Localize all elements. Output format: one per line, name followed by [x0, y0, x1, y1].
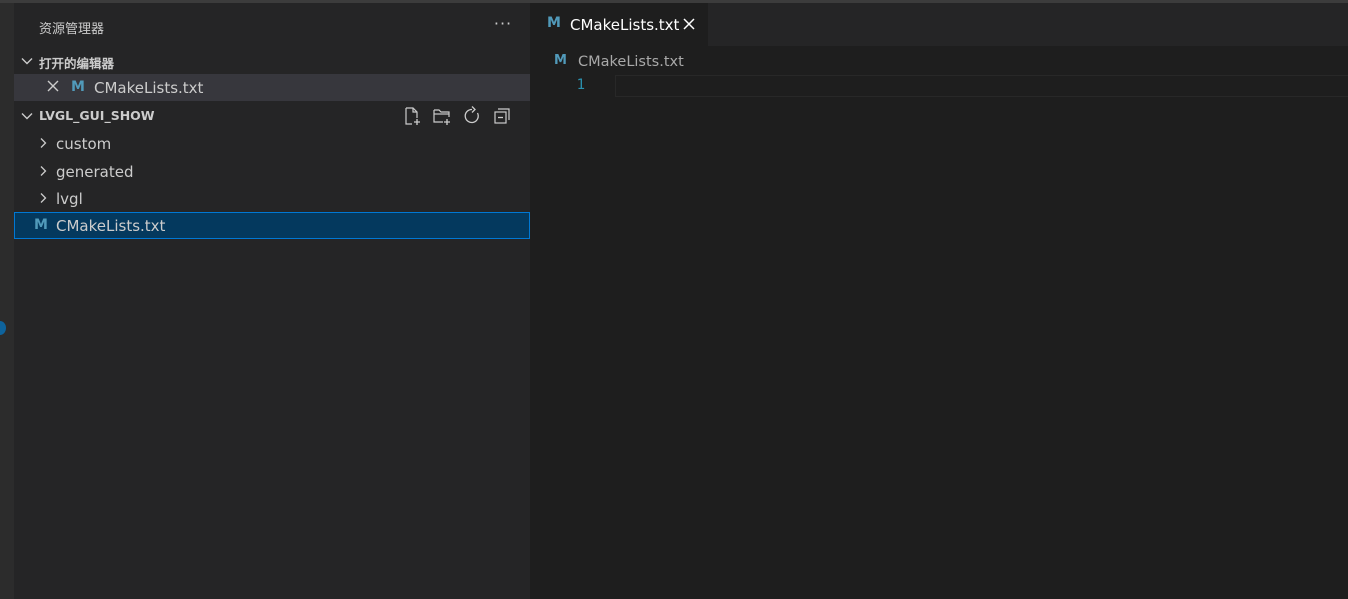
open-editors-header[interactable]: 打开的编辑器	[14, 47, 530, 74]
m-file-icon: M	[554, 53, 567, 68]
breadcrumb-item[interactable]: CMakeLists.txt	[578, 54, 684, 70]
tab-label: CMakeLists.txt	[570, 16, 680, 34]
chevron-down-icon	[21, 58, 33, 65]
workspace-label: LVGL_GUI_SHOW	[39, 108, 155, 123]
folder-label: generated	[56, 163, 134, 181]
activity-indicator[interactable]	[0, 321, 6, 335]
tab-cmakelists[interactable]: M CMakeLists.txt	[530, 3, 708, 46]
close-icon[interactable]	[46, 79, 60, 93]
editor-text-area[interactable]	[615, 75, 1348, 97]
explorer-sidebar: 资源管理器 ··· 打开的编辑器 M CMakeLists.txt LVGL_G…	[14, 3, 530, 599]
folder-item-generated[interactable]: generated	[14, 158, 530, 185]
open-editor-item[interactable]: M CMakeLists.txt	[14, 74, 530, 101]
m-file-icon: M	[34, 217, 48, 233]
line-number: 1	[576, 77, 585, 93]
refresh-icon[interactable]	[462, 106, 482, 126]
file-item-cmakelists[interactable]: M CMakeLists.txt	[14, 212, 530, 239]
open-editors-label: 打开的编辑器	[39, 56, 115, 71]
collapse-all-icon[interactable]	[492, 106, 512, 126]
m-file-icon: M	[71, 79, 85, 95]
folder-item-lvgl[interactable]: lvgl	[14, 185, 530, 212]
new-folder-icon[interactable]	[432, 106, 452, 126]
workspace-header[interactable]: LVGL_GUI_SHOW	[14, 102, 530, 129]
file-label: CMakeLists.txt	[56, 217, 166, 235]
folder-item-custom[interactable]: custom	[14, 130, 530, 157]
close-icon[interactable]	[682, 17, 696, 31]
chevron-right-icon	[40, 166, 47, 176]
explorer-title: 资源管理器	[39, 22, 105, 37]
m-file-icon: M	[547, 15, 561, 31]
chevron-right-icon	[40, 138, 47, 148]
open-editor-filename: CMakeLists.txt	[94, 79, 204, 97]
chevron-right-icon	[40, 193, 47, 203]
chevron-down-icon	[21, 113, 33, 120]
editor-area: M CMakeLists.txt M CMakeLists.txt 1	[530, 3, 1348, 599]
activity-bar	[0, 3, 14, 599]
new-file-icon[interactable]	[402, 106, 422, 126]
folder-label: lvgl	[56, 190, 83, 208]
more-actions-button[interactable]: ···	[492, 13, 514, 35]
breadcrumb: M CMakeLists.txt	[530, 46, 1348, 74]
editor-tab-bar: M CMakeLists.txt	[530, 3, 1348, 46]
explorer-header: 资源管理器 ···	[14, 3, 530, 47]
folder-label: custom	[56, 135, 112, 153]
